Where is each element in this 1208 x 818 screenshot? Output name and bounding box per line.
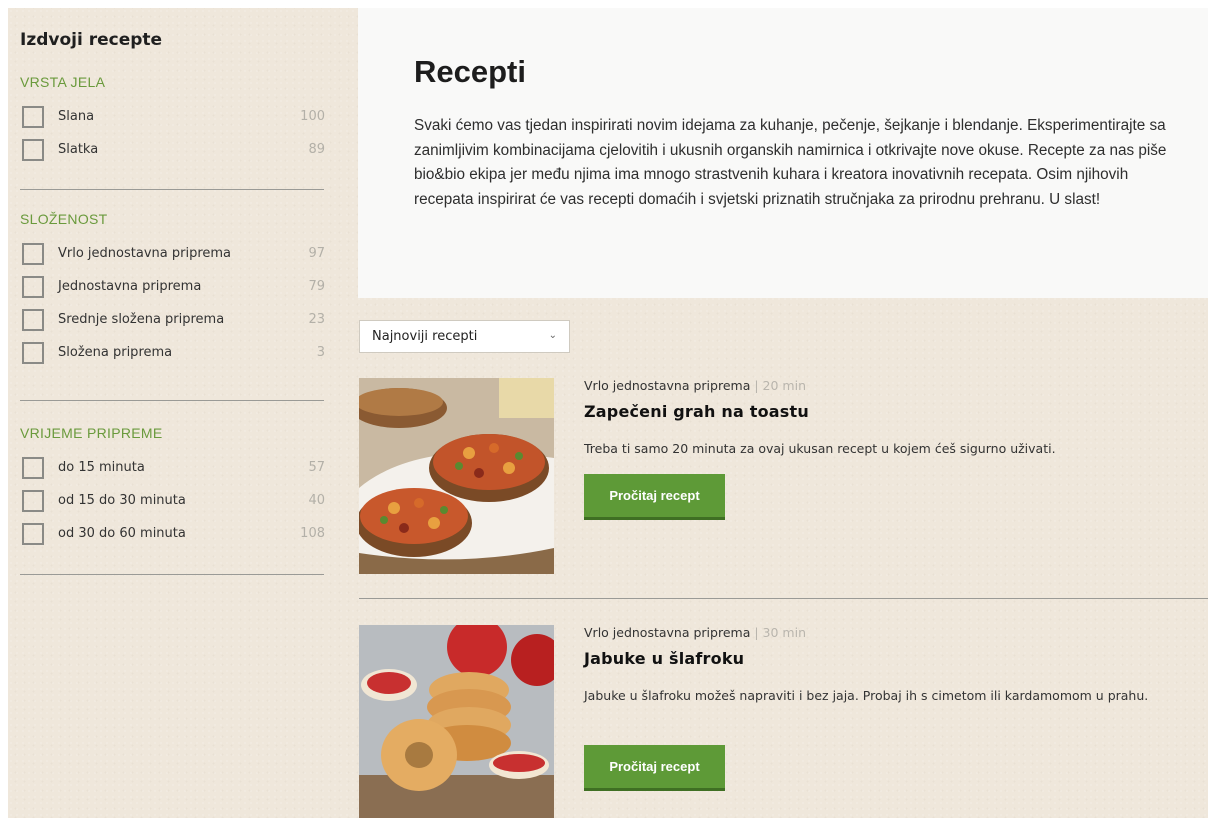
recipe-image[interactable]	[359, 378, 554, 574]
recipe-image[interactable]	[359, 625, 554, 818]
intro-panel: Recepti Svaki ćemo vas tjedan inspirirat…	[358, 8, 1208, 298]
divider	[20, 189, 324, 190]
checkbox[interactable]	[22, 341, 44, 364]
filter-option[interactable]: od 15 do 30 minuta 40	[20, 484, 325, 517]
option-count: 97	[308, 246, 325, 261]
recipe-time: 20 min	[762, 378, 806, 393]
option-label: Slatka	[58, 142, 99, 157]
read-recipe-button[interactable]: Pročitaj recept	[584, 745, 725, 791]
recipe-meta: Vrlo jednostavna priprema | 30 min	[584, 625, 806, 640]
option-label: Slana	[58, 109, 95, 124]
filter-group-complexity: SLOŽENOST Vrlo jednostavna priprema 97 J…	[20, 211, 325, 369]
checkbox[interactable]	[22, 522, 44, 545]
option-label: Vrlo jednostavna priprema	[58, 246, 232, 261]
apple-rings-illustration	[359, 625, 554, 818]
page: Izdvoji recepte VRSTA JELA Slana 100 Sla…	[8, 8, 1208, 818]
filter-option[interactable]: Složena priprema 3	[20, 336, 325, 369]
option-count: 108	[300, 526, 325, 541]
meta-separator: |	[754, 625, 759, 640]
filter-group-prep-time: VRIJEME PRIPREME do 15 minuta 57 od 15 d…	[20, 425, 325, 550]
divider	[20, 574, 324, 575]
checkbox[interactable]	[22, 138, 44, 161]
option-count: 57	[308, 460, 325, 475]
filter-option[interactable]: Jednostavna priprema 79	[20, 270, 325, 303]
checkbox[interactable]	[22, 489, 44, 512]
option-label: od 15 do 30 minuta	[58, 493, 186, 508]
sort-select[interactable]: Najnoviji recepti ⌄	[359, 320, 570, 353]
filter-option[interactable]: Slana 100	[20, 100, 325, 133]
sidebar-title: Izdvoji recepte	[20, 30, 163, 50]
option-count: 79	[308, 279, 325, 294]
checkbox[interactable]	[22, 105, 44, 128]
option-count: 40	[308, 493, 325, 508]
page-title: Recepti	[414, 54, 526, 89]
group-title: VRSTA JELA	[20, 74, 106, 90]
checkbox[interactable]	[22, 275, 44, 298]
option-count: 3	[316, 345, 325, 360]
group-title: SLOŽENOST	[20, 211, 108, 227]
chevron-down-icon: ⌄	[548, 330, 557, 341]
bean-toast-illustration	[359, 378, 554, 574]
filter-option[interactable]: do 15 minuta 57	[20, 451, 325, 484]
option-label: Jednostavna priprema	[58, 279, 202, 294]
recipe-card: Vrlo jednostavna priprema | 20 min Zapeč…	[359, 378, 1208, 578]
meta-separator: |	[754, 378, 759, 393]
filter-sidebar: Izdvoji recepte VRSTA JELA Slana 100 Sla…	[8, 8, 358, 818]
option-label: od 30 do 60 minuta	[58, 526, 186, 541]
option-count: 89	[308, 142, 325, 157]
filter-option[interactable]: Vrlo jednostavna priprema 97	[20, 237, 325, 270]
filter-group-dish-type: VRSTA JELA Slana 100 Slatka 89	[20, 74, 325, 166]
option-label: do 15 minuta	[58, 460, 145, 475]
checkbox[interactable]	[22, 308, 44, 331]
intro-text: Svaki ćemo vas tjedan inspirirati novim …	[414, 117, 1167, 208]
option-label: Složena priprema	[58, 345, 173, 360]
recipe-title[interactable]: Jabuke u šlafroku	[584, 649, 744, 668]
recipe-difficulty: Vrlo jednostavna priprema	[584, 625, 751, 640]
divider	[20, 400, 324, 401]
option-count: 100	[300, 109, 325, 124]
divider	[359, 598, 1208, 599]
filter-option[interactable]: Srednje složena priprema 23	[20, 303, 325, 336]
checkbox[interactable]	[22, 456, 44, 479]
recipe-description: Treba ti samo 20 minuta za ovaj ukusan r…	[584, 441, 1056, 456]
read-recipe-button[interactable]: Pročitaj recept	[584, 474, 725, 520]
option-count: 23	[308, 312, 325, 327]
recipe-difficulty: Vrlo jednostavna priprema	[584, 378, 751, 393]
recipe-time: 30 min	[762, 625, 806, 640]
recipe-title[interactable]: Zapečeni grah na toastu	[584, 402, 809, 421]
group-title: VRIJEME PRIPREME	[20, 425, 163, 441]
option-label: Srednje složena priprema	[58, 312, 225, 327]
recipe-meta: Vrlo jednostavna priprema | 20 min	[584, 378, 806, 393]
recipe-card: Vrlo jednostavna priprema | 30 min Jabuk…	[359, 625, 1208, 818]
checkbox[interactable]	[22, 242, 44, 265]
recipe-description: Jabuke u šlafroku možeš napraviti i bez …	[584, 688, 1149, 703]
filter-option[interactable]: od 30 do 60 minuta 108	[20, 517, 325, 550]
sort-select-value: Najnoviji recepti	[372, 329, 478, 344]
filter-option[interactable]: Slatka 89	[20, 133, 325, 166]
